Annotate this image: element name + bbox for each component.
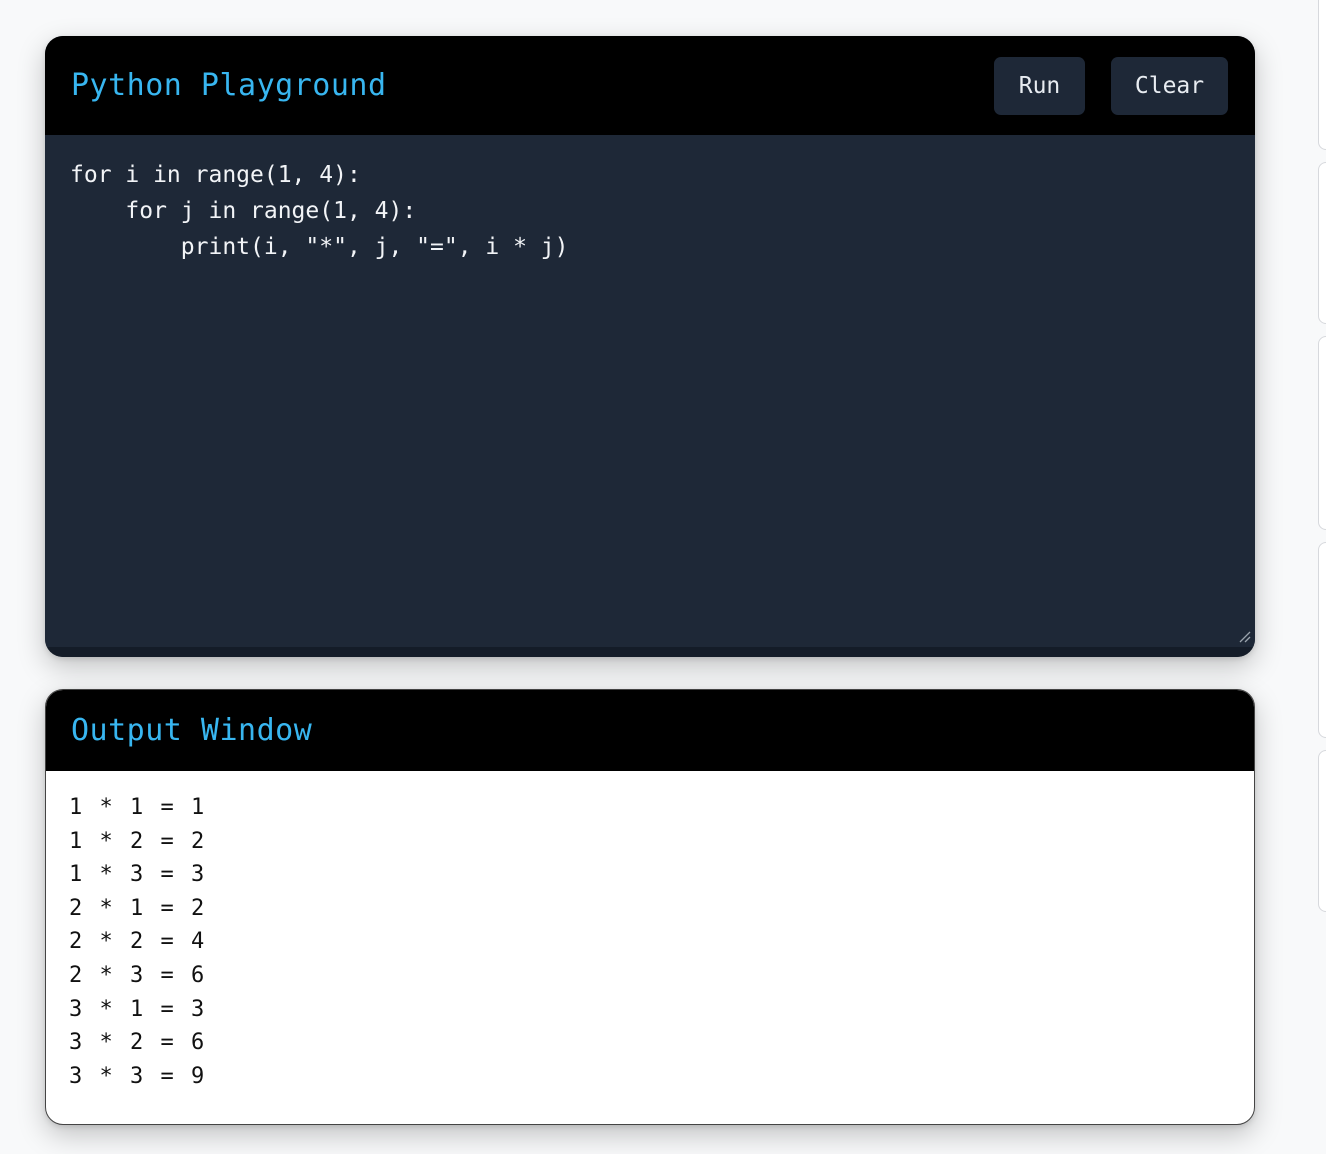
- side-card: [1318, 542, 1326, 738]
- side-card: [1318, 0, 1326, 150]
- output-title: Output Window: [71, 712, 313, 748]
- side-card: [1318, 750, 1326, 912]
- output-line: 1 * 2 = 2: [69, 828, 207, 854]
- output-line: 2 * 3 = 6: [69, 962, 207, 988]
- clear-button[interactable]: Clear: [1111, 56, 1228, 115]
- page: Python Playground Run Clear for i in ran…: [0, 0, 1326, 1154]
- output-line: 3 * 3 = 9: [69, 1063, 207, 1089]
- output-panel: Output Window 1 * 1 = 1 1 * 2 = 2 1 * 3 …: [45, 689, 1255, 1125]
- editor-bottom-bar: [45, 647, 1255, 657]
- output-line: 2 * 1 = 2: [69, 895, 207, 921]
- output-line: 3 * 1 = 3: [69, 996, 207, 1022]
- code-editor-textarea[interactable]: for i in range(1, 4): for j in range(1, …: [45, 135, 1255, 647]
- editor-panel: Python Playground Run Clear for i in ran…: [45, 36, 1255, 657]
- side-card: [1318, 162, 1326, 324]
- output-line: 2 * 2 = 4: [69, 929, 207, 955]
- code-line: print(i, "*", j, "=", i * j): [70, 234, 569, 260]
- code-line: for j in range(1, 4):: [70, 198, 417, 224]
- run-button[interactable]: Run: [994, 56, 1085, 115]
- side-card: [1318, 336, 1326, 530]
- editor-header: Python Playground Run Clear: [45, 36, 1255, 135]
- editor-button-group: Run Clear: [994, 56, 1228, 115]
- output-line: 1 * 1 = 1: [69, 795, 207, 820]
- output-body: 1 * 1 = 1 1 * 2 = 2 1 * 3 = 3 2 * 1 = 2 …: [46, 771, 1254, 1113]
- output-line: 1 * 3 = 3: [69, 862, 207, 888]
- output-line: 3 * 2 = 6: [69, 1030, 207, 1056]
- code-line: for i in range(1, 4):: [70, 162, 361, 188]
- resize-handle-icon[interactable]: [1237, 629, 1251, 643]
- editor-title: Python Playground: [71, 68, 387, 103]
- output-header: Output Window: [46, 690, 1254, 771]
